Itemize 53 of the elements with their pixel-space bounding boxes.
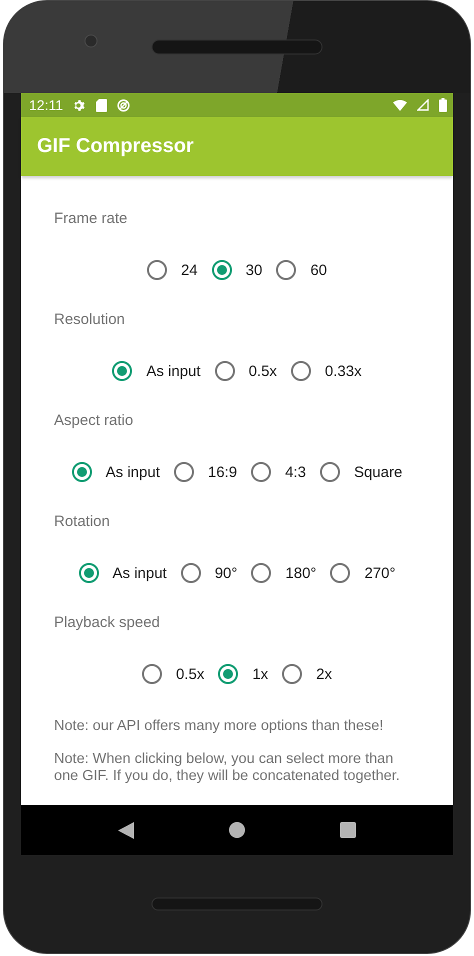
option-label[interactable]: 4:3 bbox=[285, 464, 306, 480]
option-label[interactable]: 60 bbox=[310, 262, 328, 278]
radio-button[interactable] bbox=[282, 664, 302, 684]
section-label: Playback speed bbox=[54, 613, 160, 633]
wifi-icon bbox=[393, 100, 407, 110]
option-label[interactable]: 2x bbox=[316, 666, 332, 682]
section-label: Rotation bbox=[54, 512, 110, 532]
radio-button[interactable] bbox=[290, 361, 311, 381]
radio-button[interactable] bbox=[78, 563, 99, 583]
battery-icon bbox=[439, 98, 447, 112]
sd-card-icon bbox=[96, 98, 107, 112]
home-icon[interactable] bbox=[228, 822, 245, 838]
option-label[interactable]: 0.5x bbox=[248, 362, 277, 380]
option-label[interactable]: 30 bbox=[246, 262, 262, 278]
radio-button[interactable] bbox=[112, 361, 132, 381]
recents-icon[interactable] bbox=[340, 822, 356, 838]
option-label[interactable]: As input bbox=[146, 362, 201, 380]
option-label[interactable]: 0.33x bbox=[324, 362, 362, 380]
app-title: GIF Compressor bbox=[37, 135, 194, 158]
section-label: Frame rate bbox=[54, 209, 128, 229]
note-text: Note: our API offers many more options than these! bbox=[53, 718, 384, 735]
back-icon[interactable] bbox=[118, 822, 134, 838]
option-label[interactable]: As input bbox=[112, 564, 167, 582]
option-label[interactable]: 90° bbox=[214, 564, 238, 582]
radio-button[interactable] bbox=[212, 260, 232, 280]
radio-button[interactable] bbox=[251, 563, 272, 583]
section-label: Resolution bbox=[54, 310, 125, 330]
option-label[interactable]: As input bbox=[106, 464, 160, 480]
radio-button[interactable] bbox=[174, 462, 194, 482]
signal-icon bbox=[417, 99, 429, 111]
option-label[interactable]: 270° bbox=[364, 564, 396, 582]
radio-button[interactable] bbox=[180, 563, 201, 583]
radio-button[interactable] bbox=[330, 563, 350, 583]
option-label[interactable]: 0.5x bbox=[176, 666, 204, 682]
option-label[interactable]: Square bbox=[354, 464, 402, 480]
option-label[interactable]: 24 bbox=[180, 262, 198, 278]
camera-icon bbox=[84, 34, 98, 48]
radio-button[interactable] bbox=[218, 664, 238, 684]
option-label[interactable]: 1x bbox=[252, 666, 268, 682]
status-time: 12:11 bbox=[29, 97, 63, 113]
circle-icon bbox=[117, 98, 130, 112]
radio-button[interactable] bbox=[72, 462, 92, 482]
option-label[interactable]: 180° bbox=[285, 564, 316, 582]
radio-button[interactable] bbox=[320, 462, 340, 482]
radio-button[interactable] bbox=[146, 260, 167, 280]
gear-icon bbox=[73, 98, 86, 112]
radio-button[interactable] bbox=[214, 361, 235, 381]
option-label[interactable]: 16:9 bbox=[208, 464, 238, 480]
radio-button[interactable] bbox=[142, 664, 162, 684]
section-label: Aspect ratio bbox=[54, 411, 134, 431]
radio-button[interactable] bbox=[251, 462, 272, 482]
note-text: Note: When clicking below, you can select more than one GIF. If you do, they will be concatenated together. bbox=[53, 751, 401, 785]
radio-button[interactable] bbox=[276, 260, 296, 280]
